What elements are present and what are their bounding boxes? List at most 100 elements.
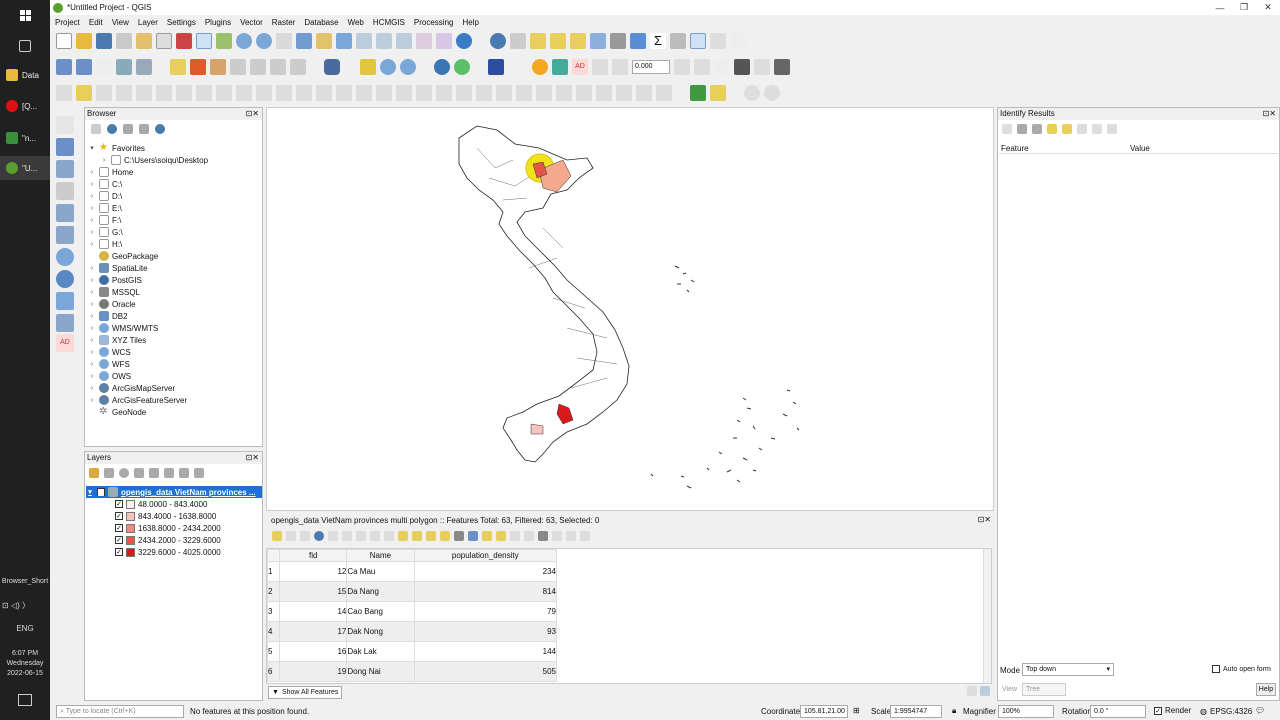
view-select[interactable]: Tree	[1022, 683, 1066, 696]
trim-extend-icon[interactable]	[616, 85, 632, 101]
rotation-spinbox[interactable]: 0.0 °	[1090, 705, 1146, 718]
style-manager-icon[interactable]	[156, 33, 172, 49]
select-by-value-icon[interactable]	[550, 33, 566, 49]
zoom-out-icon[interactable]	[256, 33, 272, 49]
class-checkbox[interactable]: ✓	[115, 548, 123, 556]
menu-settings[interactable]: Settings	[167, 18, 196, 27]
language-indicator[interactable]: ENG	[0, 624, 50, 633]
tree-item-mssql[interactable]: › MSSQL	[88, 286, 140, 298]
layer-style-icon[interactable]	[89, 468, 99, 478]
vertex-tool-icon[interactable]	[136, 85, 152, 101]
text-tool-icon[interactable]	[714, 59, 730, 75]
panel-close-icon[interactable]: ⊡✕	[246, 109, 259, 118]
clear-results-icon[interactable]	[1047, 124, 1057, 134]
new-field-icon[interactable]	[510, 531, 520, 541]
add-virtual-icon[interactable]	[56, 226, 74, 244]
tree-item-geopackage[interactable]: GeoPackage	[88, 250, 158, 262]
modify-attributes-icon[interactable]	[156, 85, 172, 101]
tree-item-home[interactable]: › Home	[88, 166, 133, 178]
table-row[interactable]: 5 16 Dak Lak 144	[267, 641, 558, 662]
tree-item-drive-h[interactable]: › H:\	[88, 238, 122, 250]
attribute-table-icon[interactable]	[590, 33, 606, 49]
ad-layer-icon[interactable]: AD	[56, 334, 74, 352]
close-button[interactable]: ✕	[1256, 0, 1280, 15]
column-header-fid[interactable]: fid	[279, 549, 348, 562]
mode-select[interactable]: Top down ▾	[1022, 663, 1114, 676]
tree-item-wfs[interactable]: › WFS	[88, 358, 130, 370]
class-checkbox[interactable]: ✓	[115, 512, 123, 520]
digitize-v-icon[interactable]	[96, 59, 112, 75]
reshape-icon[interactable]	[456, 85, 472, 101]
layer-item-vietnam-provinces[interactable]: ▾ ✓ opengis_data VietNam provinces ...	[86, 486, 262, 498]
minimize-button[interactable]: —	[1208, 0, 1232, 15]
tree-item-favorites[interactable]: ▾ ★ Favorites	[88, 142, 145, 154]
add-wcs-layer-icon[interactable]	[56, 292, 74, 310]
globe-plugin-icon[interactable]	[454, 59, 470, 75]
table-row[interactable]: 1 12 Ca Mau 234	[267, 561, 558, 582]
panel-close-icon[interactable]: ⊡✕	[1263, 109, 1276, 118]
dock-icon[interactable]	[566, 531, 576, 541]
tree-item-spatialite[interactable]: › SpatiaLite	[88, 262, 148, 274]
save-edits-icon[interactable]	[300, 531, 310, 541]
add-grid-layer-icon[interactable]	[56, 138, 74, 156]
wand-icon[interactable]	[710, 85, 726, 101]
paste-icon[interactable]	[384, 531, 394, 541]
zoom-next-icon[interactable]	[396, 33, 412, 49]
collapse-all-icon[interactable]	[179, 468, 189, 478]
digitize-icon[interactable]	[116, 85, 132, 101]
restore-button[interactable]: ❐	[1232, 0, 1256, 15]
collapse-all-icon[interactable]	[139, 124, 149, 134]
pause-icon[interactable]	[754, 59, 770, 75]
copy-feature-icon[interactable]	[1062, 124, 1072, 134]
new-print-layout-icon[interactable]	[116, 33, 132, 49]
expand-all-icon[interactable]	[164, 468, 174, 478]
add-group-icon[interactable]	[104, 468, 114, 478]
remove-layer-icon[interactable]	[194, 468, 204, 478]
menu-processing[interactable]: Processing	[414, 18, 454, 27]
simplify-icon[interactable]	[336, 85, 352, 101]
offset-point-icon[interactable]	[596, 85, 612, 101]
table-row[interactable]: 2 15 Da Nang 814	[267, 581, 558, 602]
tree-item-drive-d[interactable]: › D:\	[88, 190, 122, 202]
warning-triangle-icon[interactable]	[360, 59, 376, 75]
cloud-icon[interactable]	[764, 85, 780, 101]
row-number[interactable]: 3	[267, 601, 281, 622]
taskbar-item-app[interactable]: "n...	[0, 126, 50, 150]
add-ring-icon[interactable]	[356, 85, 372, 101]
merge-attributes-icon[interactable]	[556, 85, 572, 101]
cell-fid[interactable]: 15	[279, 581, 348, 602]
new-map-view-icon[interactable]	[416, 33, 432, 49]
cell-fid[interactable]: 19	[279, 661, 348, 682]
menu-web[interactable]: Web	[348, 18, 364, 27]
redo-icon[interactable]	[276, 85, 292, 101]
menu-layer[interactable]: Layer	[138, 18, 158, 27]
action-icon[interactable]	[510, 33, 526, 49]
menu-hcmgis[interactable]: HCMGIS	[373, 18, 405, 27]
collapse-icon[interactable]	[1017, 124, 1027, 134]
add-vector-layer-icon[interactable]	[56, 59, 72, 75]
deselect-icon[interactable]	[570, 33, 586, 49]
tool-icon[interactable]	[592, 59, 608, 75]
sc-icon[interactable]	[674, 59, 690, 75]
label-change-icon[interactable]	[270, 59, 286, 75]
save-edits-icon[interactable]	[96, 85, 112, 101]
info-icon[interactable]	[155, 124, 165, 134]
vertical-scrollbar[interactable]	[983, 549, 991, 683]
add-wms-layer-icon[interactable]	[56, 248, 74, 266]
filter-expression-icon[interactable]	[149, 468, 159, 478]
legend-class-2[interactable]: ✓ 843.4000 - 1638.8000	[115, 510, 216, 522]
add-delimited-icon[interactable]	[56, 182, 74, 200]
pan-to-selection-icon[interactable]	[216, 33, 232, 49]
add-postgis-icon[interactable]	[56, 314, 74, 332]
taskbar-shortcut-label[interactable]: Browser_Short	[0, 578, 50, 585]
grab-icon[interactable]	[730, 33, 746, 49]
text-plus-icon[interactable]	[734, 59, 750, 75]
paint-bucket-icon[interactable]	[744, 85, 760, 101]
render-checkbox[interactable]: ✓ Render	[1154, 706, 1191, 715]
multi-edit-icon[interactable]	[286, 531, 296, 541]
tree-item-arcgis-mapserver[interactable]: › ArcGisMapServer	[88, 382, 175, 394]
clock[interactable]: 6:07 PM Wednesday 2022-06-15	[0, 649, 50, 679]
filter-icon[interactable]	[454, 531, 464, 541]
cell-population-density[interactable]: 814	[413, 581, 558, 602]
menu-view[interactable]: View	[112, 18, 129, 27]
